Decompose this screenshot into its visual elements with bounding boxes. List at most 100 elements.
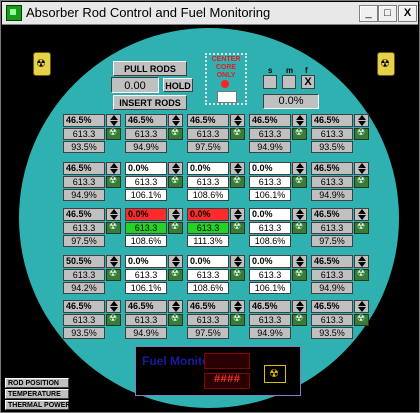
fuel-radiation-icon[interactable] <box>106 176 121 188</box>
s-checkbox[interactable] <box>263 75 277 89</box>
minimize-button[interactable]: _ <box>359 5 378 22</box>
fuel-radiation-icon[interactable] <box>168 314 183 326</box>
fuel-radiation-icon[interactable] <box>354 314 369 326</box>
fuel-assembly-cell[interactable]: 46.5%613.393.5% <box>311 114 369 154</box>
temperature-value: 613.3 <box>125 222 167 234</box>
rod-up-down-arrows-icon[interactable] <box>106 208 121 221</box>
center-core-only-toggle[interactable]: CENTER CORE ONLY <box>205 53 247 105</box>
fuel-assembly-cell[interactable]: 0.0%613.3106.1% <box>249 162 307 202</box>
fuel-assembly-cell[interactable]: 0.0%613.3106.1% <box>125 255 183 295</box>
fuel-radiation-icon[interactable] <box>292 176 307 188</box>
fuel-assembly-cell[interactable]: 0.0%613.3108.6% <box>249 208 307 248</box>
fuel-radiation-icon[interactable] <box>106 269 121 281</box>
fuel-assembly-cell[interactable]: 50.5%613.394.2% <box>63 255 121 295</box>
rod-up-down-arrows-icon[interactable] <box>168 114 183 127</box>
fuel-assembly-cell[interactable]: 0.0%613.3108.6% <box>187 162 245 202</box>
fuel-assembly-cell[interactable]: 0.0%613.3106.1% <box>249 255 307 295</box>
rod-up-down-arrows-icon[interactable] <box>292 114 307 127</box>
fuel-radiation-icon[interactable] <box>230 314 245 326</box>
fuel-assembly-cell[interactable]: 46.5%613.394.9% <box>311 255 369 295</box>
fuel-assembly-cell[interactable]: 0.0%613.3106.1% <box>125 162 183 202</box>
fuel-assembly-cell[interactable]: 0.0%613.3111.3% <box>187 208 245 248</box>
rod-position-value: 0.0% <box>125 162 167 175</box>
rod-up-down-arrows-icon[interactable] <box>230 162 245 175</box>
fuel-radiation-icon[interactable] <box>354 269 369 281</box>
legend-rod-position: ROD POSITION <box>5 378 69 388</box>
thermal-power-value: 108.6% <box>249 235 291 247</box>
fuel-radiation-icon[interactable] <box>292 128 307 140</box>
rod-position-value: 0.0% <box>187 255 229 268</box>
rod-up-down-arrows-icon[interactable] <box>354 114 369 127</box>
fuel-radiation-icon[interactable] <box>168 269 183 281</box>
fuel-assembly-cell[interactable]: 46.5%613.393.5% <box>63 300 121 340</box>
fuel-assembly-cell[interactable]: 46.5%613.394.9% <box>249 114 307 154</box>
fuel-radiation-icon[interactable] <box>354 176 369 188</box>
rod-up-down-arrows-icon[interactable] <box>292 300 307 313</box>
rod-up-down-arrows-icon[interactable] <box>354 162 369 175</box>
center-core-checkbox[interactable] <box>217 91 237 103</box>
rod-up-down-arrows-icon[interactable] <box>106 300 121 313</box>
fuel-radiation-icon[interactable] <box>168 222 183 234</box>
rod-position-value: 0.0% <box>249 208 291 221</box>
fuel-monitor-radiation-icon[interactable] <box>264 365 286 383</box>
spent-fuel-barrel-icon[interactable] <box>33 52 51 76</box>
rod-up-down-arrows-icon[interactable] <box>354 300 369 313</box>
rod-up-down-arrows-icon[interactable] <box>354 208 369 221</box>
fuel-assembly-cell[interactable]: 46.5%613.397.5% <box>187 114 245 154</box>
rod-up-down-arrows-icon[interactable] <box>106 114 121 127</box>
fuel-assembly-cell[interactable]: 46.5%613.394.9% <box>125 300 183 340</box>
rod-up-down-arrows-icon[interactable] <box>168 208 183 221</box>
f-checkbox[interactable]: X <box>301 75 315 89</box>
spent-fuel-label: Spent Fuel <box>22 80 60 109</box>
rod-up-down-arrows-icon[interactable] <box>354 255 369 268</box>
fuel-assembly-cell[interactable]: 46.5%613.394.9% <box>311 162 369 202</box>
rod-up-down-arrows-icon[interactable] <box>168 255 183 268</box>
hold-button[interactable]: HOLD <box>163 78 193 92</box>
close-button[interactable]: X <box>398 5 417 22</box>
fuel-assembly-cell[interactable]: 46.5%613.394.9% <box>63 162 121 202</box>
fuel-radiation-icon[interactable] <box>106 314 121 326</box>
rod-speed-field[interactable]: 0.00 <box>111 77 159 93</box>
fuel-radiation-icon[interactable] <box>168 128 183 140</box>
fuel-assembly-cell[interactable]: 46.5%613.397.5% <box>187 300 245 340</box>
fuel-radiation-icon[interactable] <box>292 269 307 281</box>
rod-up-down-arrows-icon[interactable] <box>292 208 307 221</box>
fuel-radiation-icon[interactable] <box>106 222 121 234</box>
fuel-radiation-icon[interactable] <box>354 222 369 234</box>
fuel-radiation-icon[interactable] <box>230 176 245 188</box>
thermal-power-value: 93.5% <box>63 141 105 153</box>
rod-up-down-arrows-icon[interactable] <box>230 114 245 127</box>
thermal-power-value: 108.6% <box>125 235 167 247</box>
fuel-assembly-cell[interactable]: 46.5%613.394.9% <box>249 300 307 340</box>
rod-position-value: 46.5% <box>311 114 353 127</box>
rod-up-down-arrows-icon[interactable] <box>292 162 307 175</box>
fuel-radiation-icon[interactable] <box>292 222 307 234</box>
fuel-radiation-icon[interactable] <box>354 128 369 140</box>
fuel-radiation-icon[interactable] <box>230 222 245 234</box>
fuel-radiation-icon[interactable] <box>230 128 245 140</box>
fuel-radiation-icon[interactable] <box>292 314 307 326</box>
fuel-assembly-cell[interactable]: 0.0%613.3108.6% <box>125 208 183 248</box>
rod-up-down-arrows-icon[interactable] <box>292 255 307 268</box>
fuel-radiation-icon[interactable] <box>168 176 183 188</box>
fuel-assembly-cell[interactable]: 46.5%613.394.9% <box>125 114 183 154</box>
maximize-button[interactable]: □ <box>378 5 397 22</box>
pull-rods-button[interactable]: PULL RODS <box>113 61 187 76</box>
insert-rods-button[interactable]: INSERT RODS <box>113 95 187 110</box>
new-fuel-barrel-icon[interactable] <box>377 52 395 76</box>
fuel-radiation-icon[interactable] <box>106 128 121 140</box>
rod-up-down-arrows-icon[interactable] <box>230 208 245 221</box>
rod-up-down-arrows-icon[interactable] <box>106 162 121 175</box>
m-checkbox[interactable] <box>282 75 296 89</box>
fuel-assembly-cell[interactable]: 0.0%613.3108.6% <box>187 255 245 295</box>
rod-up-down-arrows-icon[interactable] <box>230 300 245 313</box>
fuel-assembly-cell[interactable]: 46.5%613.393.5% <box>63 114 121 154</box>
fuel-radiation-icon[interactable] <box>230 269 245 281</box>
rod-up-down-arrows-icon[interactable] <box>106 255 121 268</box>
fuel-assembly-cell[interactable]: 46.5%613.397.5% <box>311 208 369 248</box>
fuel-assembly-cell[interactable]: 46.5%613.393.5% <box>311 300 369 340</box>
rod-up-down-arrows-icon[interactable] <box>230 255 245 268</box>
fuel-assembly-cell[interactable]: 46.5%613.397.5% <box>63 208 121 248</box>
rod-up-down-arrows-icon[interactable] <box>168 162 183 175</box>
rod-up-down-arrows-icon[interactable] <box>168 300 183 313</box>
